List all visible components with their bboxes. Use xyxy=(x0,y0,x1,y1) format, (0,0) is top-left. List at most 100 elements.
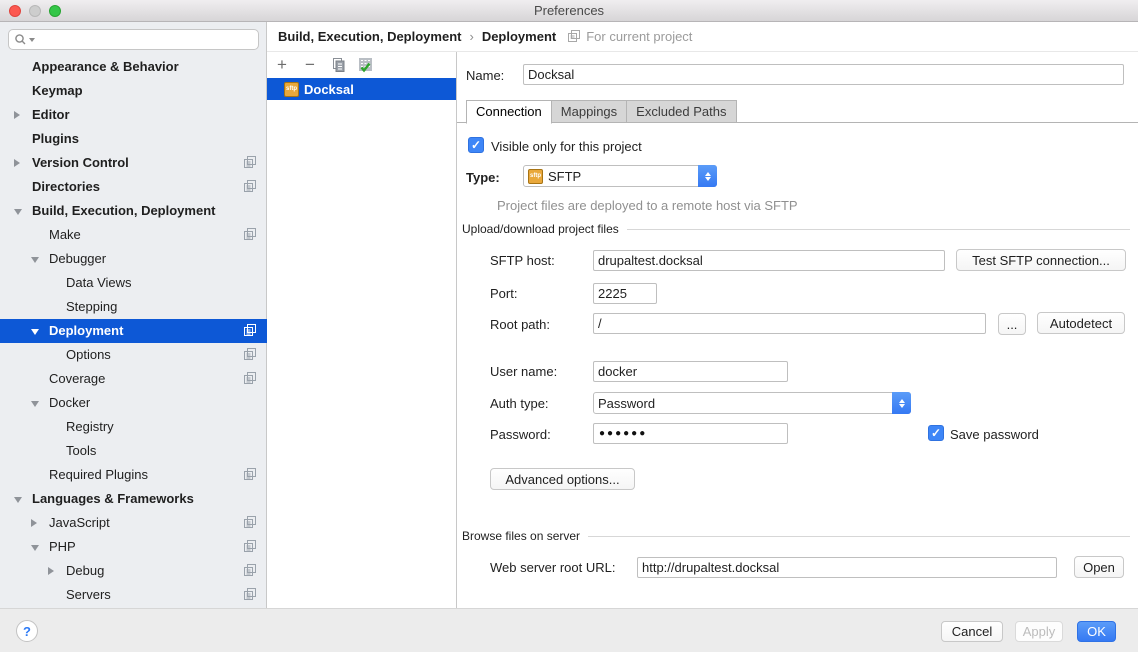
chevron-right-icon[interactable] xyxy=(31,519,37,527)
open-url-button[interactable]: Open xyxy=(1074,556,1124,578)
sidebar-item-label: Tools xyxy=(66,443,96,458)
use-as-default-button[interactable] xyxy=(357,56,375,74)
sidebar-item-docker[interactable]: Docker xyxy=(0,391,267,415)
breadcrumb-current: Deployment xyxy=(482,29,556,44)
chevron-right-icon[interactable] xyxy=(14,111,20,119)
sidebar-item-label: PHP xyxy=(49,539,76,554)
sftp-host-input[interactable] xyxy=(593,250,945,271)
sidebar-item-label: Languages & Frameworks xyxy=(32,491,194,506)
chevron-down-icon[interactable] xyxy=(31,257,39,263)
auth-type-select[interactable]: Password xyxy=(593,392,911,414)
preferences-window: Preferences Appearance & Behavior Keymap E… xyxy=(0,0,1138,652)
upload-section-title: Upload/download project files xyxy=(462,222,619,236)
breadcrumb-parent[interactable]: Build, Execution, Deployment xyxy=(278,29,461,44)
sidebar-item-data-views[interactable]: Data Views xyxy=(0,271,267,295)
settings-search-input[interactable] xyxy=(8,29,259,50)
sidebar-item-debug[interactable]: Debug xyxy=(0,559,267,583)
type-value: SFTP xyxy=(548,169,693,184)
tab-strip: ConnectionMappingsExcluded Paths xyxy=(457,100,1138,123)
chevron-down-icon[interactable] xyxy=(14,497,22,503)
sidebar-item-registry[interactable]: Registry xyxy=(0,415,267,439)
copy-icon xyxy=(331,57,346,73)
chevron-right-icon[interactable] xyxy=(14,159,20,167)
select-stepper-icon[interactable] xyxy=(698,165,717,187)
sidebar-item-directories[interactable]: Directories xyxy=(0,175,267,199)
chevron-right-icon[interactable] xyxy=(48,567,54,575)
autodetect-button[interactable]: Autodetect xyxy=(1037,312,1125,334)
sidebar-item-options[interactable]: Options xyxy=(0,343,267,367)
apply-button[interactable]: Apply xyxy=(1015,621,1063,642)
sidebar-item-build-execution-deployment[interactable]: Build, Execution, Deployment xyxy=(0,199,267,223)
type-label: Type: xyxy=(466,170,500,185)
sidebar-item-label: Docker xyxy=(49,395,90,410)
check-icon: ✓ xyxy=(931,426,941,440)
browse-root-path-button[interactable]: ... xyxy=(998,313,1026,335)
sidebar-item-coverage[interactable]: Coverage xyxy=(0,367,267,391)
sidebar-item-php[interactable]: PHP xyxy=(0,535,267,559)
select-stepper-icon[interactable] xyxy=(892,392,911,414)
sidebar-item-stepping[interactable]: Stepping xyxy=(0,295,267,319)
save-password-checkbox[interactable]: ✓ xyxy=(928,425,944,441)
sidebar-item-deployment[interactable]: Deployment xyxy=(0,319,267,343)
auth-type-label: Auth type: xyxy=(490,396,549,411)
sftp-icon: sftp xyxy=(528,169,543,184)
sidebar-item-servers[interactable]: Servers xyxy=(0,583,267,607)
sidebar-item-editor[interactable]: Editor xyxy=(0,103,267,127)
titlebar: Preferences xyxy=(0,0,1138,22)
for-current-project-icon xyxy=(244,180,257,193)
port-input[interactable] xyxy=(593,283,657,304)
cancel-button[interactable]: Cancel xyxy=(941,621,1003,642)
type-select[interactable]: sftp SFTP xyxy=(523,165,717,187)
chevron-down-icon[interactable] xyxy=(31,545,39,551)
sidebar-item-label: Required Plugins xyxy=(49,467,148,482)
chevron-down-icon[interactable] xyxy=(31,329,39,335)
sidebar-item-keymap[interactable]: Keymap xyxy=(0,79,267,103)
web-server-root-url-input[interactable] xyxy=(637,557,1057,578)
for-current-project-icon xyxy=(244,468,257,481)
root-path-input[interactable] xyxy=(593,313,986,334)
server-item-docksal[interactable]: sftpDocksal xyxy=(267,78,456,100)
sidebar-item-version-control[interactable]: Version Control xyxy=(0,151,267,175)
for-current-project-icon xyxy=(244,564,257,577)
chevron-down-icon[interactable] xyxy=(14,209,22,215)
sidebar-item-debugger[interactable]: Debugger xyxy=(0,247,267,271)
settings-tree: Appearance & Behavior Keymap Editor Plugins… xyxy=(0,55,267,607)
save-password-label: Save password xyxy=(950,427,1039,442)
remove-server-button[interactable]: − xyxy=(301,56,319,74)
name-input[interactable] xyxy=(523,64,1124,85)
sidebar-item-tools[interactable]: Tools xyxy=(0,439,267,463)
breadcrumb-separator: › xyxy=(469,29,473,44)
sidebar-item-label: Build, Execution, Deployment xyxy=(32,203,215,218)
tab-excluded-paths[interactable]: Excluded Paths xyxy=(627,100,736,123)
sidebar-item-label: Debug xyxy=(66,563,104,578)
sidebar-item-label: Keymap xyxy=(32,83,83,98)
sidebar-item-label: Deployment xyxy=(49,323,123,338)
tab-connection[interactable]: Connection xyxy=(466,100,552,124)
sidebar-item-javascript[interactable]: JavaScript xyxy=(0,511,267,535)
sidebar-item-appearance-behavior[interactable]: Appearance & Behavior xyxy=(0,55,267,79)
search-options-caret-icon[interactable] xyxy=(29,38,35,42)
sidebar-item-plugins[interactable]: Plugins xyxy=(0,127,267,151)
for-current-project-icon xyxy=(244,324,257,337)
add-server-button[interactable]: + xyxy=(273,56,291,74)
ok-button[interactable]: OK xyxy=(1077,621,1116,642)
visible-only-checkbox[interactable]: ✓ xyxy=(468,137,484,153)
sidebar-item-label: Plugins xyxy=(32,131,79,146)
user-name-input[interactable] xyxy=(593,361,788,382)
sidebar-item-required-plugins[interactable]: Required Plugins xyxy=(0,463,267,487)
advanced-options-button[interactable]: Advanced options... xyxy=(490,468,635,490)
sidebar-item-languages-frameworks[interactable]: Languages & Frameworks xyxy=(0,487,267,511)
for-current-project-icon xyxy=(244,348,257,361)
copy-server-button[interactable] xyxy=(329,56,347,74)
sidebar-item-label: Directories xyxy=(32,179,100,194)
sidebar-item-label: Debugger xyxy=(49,251,106,266)
sidebar-item-label: Options xyxy=(66,347,111,362)
chevron-down-icon[interactable] xyxy=(31,401,39,407)
test-sftp-connection-button[interactable]: Test SFTP connection... xyxy=(956,249,1126,271)
deployment-form: Name: ConnectionMappingsExcluded Paths ✓… xyxy=(457,52,1138,608)
sidebar-item-make[interactable]: Make xyxy=(0,223,267,247)
password-input[interactable]: ●●●●●● xyxy=(593,423,788,444)
help-button[interactable]: ? xyxy=(16,620,38,642)
tab-mappings[interactable]: Mappings xyxy=(552,100,627,123)
sidebar-item-label: Servers xyxy=(66,587,111,602)
